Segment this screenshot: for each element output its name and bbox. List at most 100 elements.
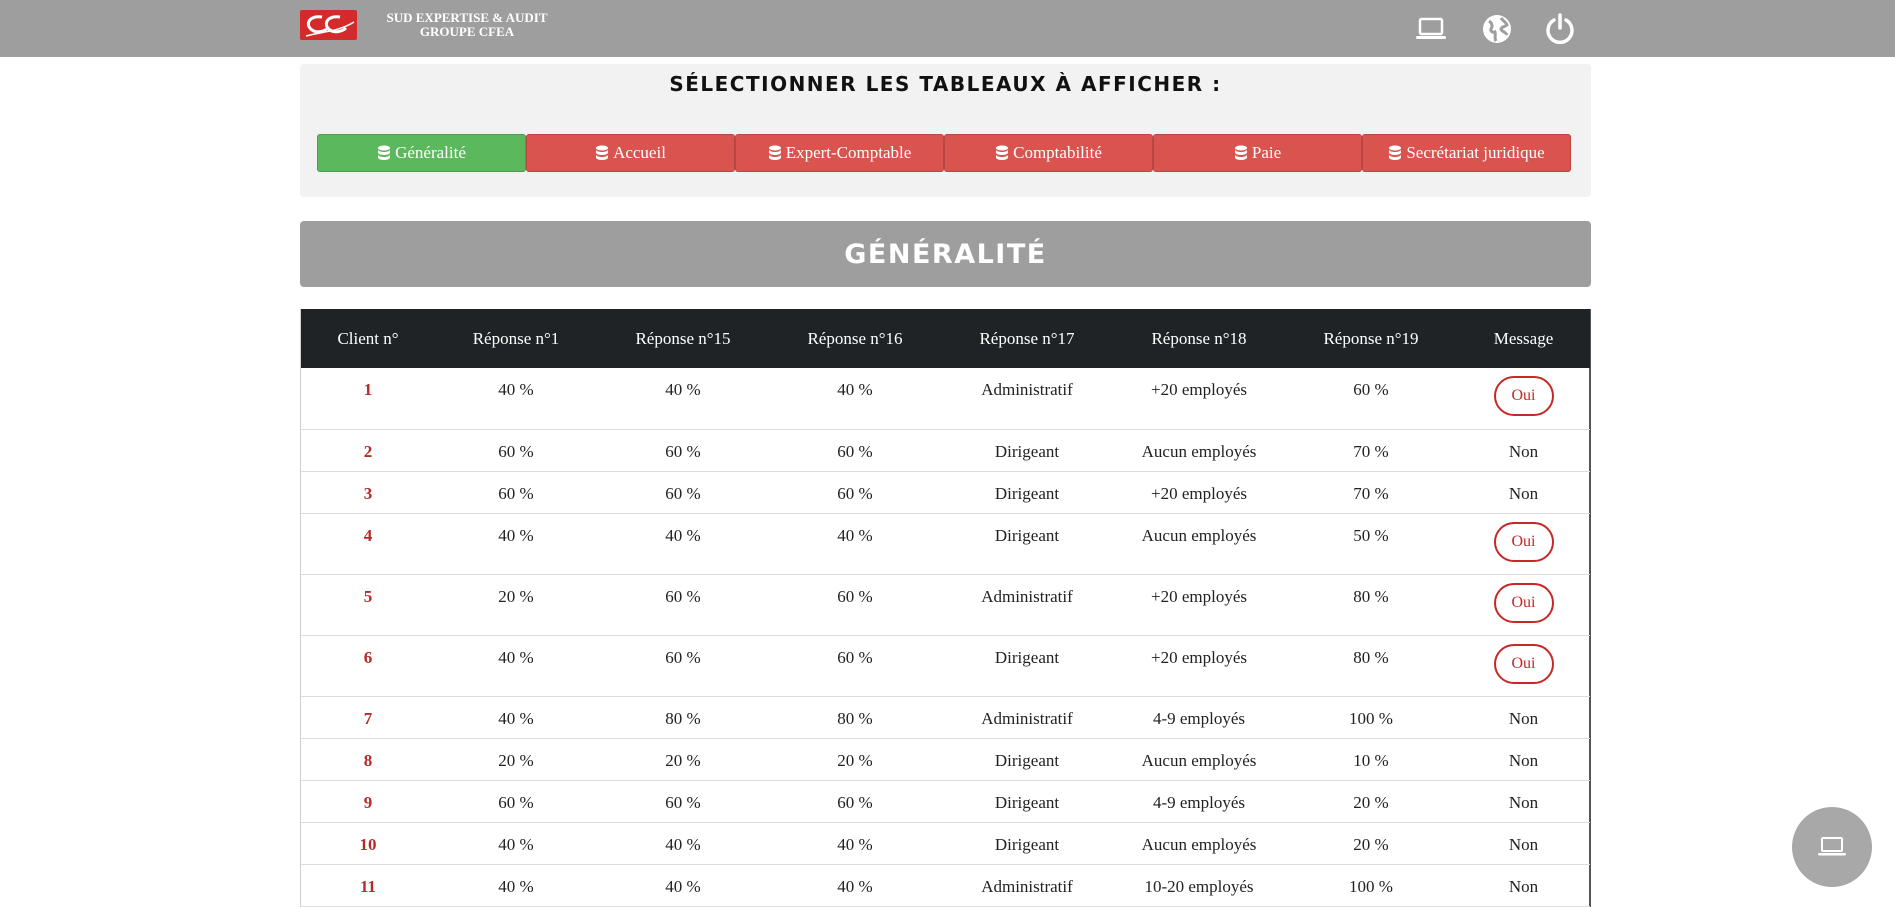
power-icon[interactable] [1543, 12, 1577, 46]
table-cell: Aucun employés [1113, 429, 1285, 472]
table-row: 5 20 % 60 % 60 % Administratif +20 employés 80… [301, 574, 1590, 636]
client-number-cell: 1 [301, 368, 435, 430]
table-cell: Administratif [941, 864, 1113, 907]
table-row: 3 60 % 60 % 60 % Dirigeant +20 employés 70 % No… [301, 471, 1590, 514]
client-number-cell: 9 [301, 780, 435, 823]
table-button-group: Généralité Accueil Expert-Comptable Comp… [317, 134, 1571, 172]
column-header[interactable]: Réponse n°17 [941, 309, 1113, 368]
client-number-cell: 5 [301, 574, 435, 636]
table-cell: 70 % [1285, 429, 1457, 472]
table-cell: Dirigeant [941, 429, 1113, 472]
tab-paie-button[interactable]: Paie [1153, 134, 1362, 172]
tab-generalite-button[interactable]: Généralité [317, 134, 526, 172]
client-number-cell: 4 [301, 513, 435, 575]
table-cell: 20 % [1285, 822, 1457, 865]
globe-icon[interactable] [1480, 12, 1514, 46]
tab-comptabilite-button[interactable]: Comptabilité [944, 134, 1153, 172]
column-header[interactable]: Réponse n°19 [1285, 309, 1457, 368]
table-cell: Aucun employés [1113, 738, 1285, 781]
table-row: 1 40 % 40 % 40 % Administratif +20 employés 60… [301, 368, 1590, 430]
company-logo[interactable] [300, 10, 357, 40]
table-cell: 60 % [597, 574, 769, 636]
tab-secretariat-juridique-button[interactable]: Secrétariat juridique [1362, 134, 1571, 172]
message-cell: Oui [1457, 513, 1590, 575]
column-header[interactable]: Réponse n°15 [597, 309, 769, 368]
table-cell: 40 % [435, 513, 597, 575]
laptop-icon [1818, 837, 1846, 856]
brand-line-2: GROUPE CFEA [419, 24, 515, 39]
table-header-row: Client n° Réponse n°1 Réponse n°15 Répon… [301, 309, 1590, 368]
table-row: 2 60 % 60 % 60 % Dirigeant Aucun employés 70 %… [301, 429, 1590, 472]
table-row: 6 40 % 60 % 60 % Dirigeant +20 employés 80 % Ou… [301, 635, 1590, 697]
table-cell: 60 % [769, 780, 941, 823]
message-cell: Non [1457, 864, 1590, 907]
column-header[interactable]: Réponse n°1 [435, 309, 597, 368]
table-cell: +20 employés [1113, 574, 1285, 636]
tab-accueil-button[interactable]: Accueil [526, 134, 735, 172]
database-icon [768, 145, 781, 160]
table-cell: 60 % [769, 429, 941, 472]
table-cell: 80 % [597, 696, 769, 739]
table-cell: 60 % [597, 429, 769, 472]
table-cell: +20 employés [1113, 635, 1285, 697]
table-cell: 40 % [435, 864, 597, 907]
database-icon [378, 145, 391, 160]
table-cell: +20 employés [1113, 471, 1285, 514]
column-header[interactable]: Réponse n°16 [769, 309, 941, 368]
table-cell: 10 % [1285, 738, 1457, 781]
table-cell: +20 employés [1113, 368, 1285, 430]
message-oui-button[interactable]: Oui [1493, 582, 1554, 623]
message-oui-button[interactable]: Oui [1493, 643, 1554, 684]
table-cell: Dirigeant [941, 471, 1113, 514]
table-cell: 60 % [435, 780, 597, 823]
message-cell: Non [1457, 822, 1590, 865]
table-cell: 40 % [769, 822, 941, 865]
tab-expert-comptable-button[interactable]: Expert-Comptable [735, 134, 944, 172]
message-cell: Oui [1457, 574, 1590, 636]
button-label: Paie [1251, 143, 1282, 162]
floating-laptop-button[interactable] [1792, 807, 1872, 887]
column-header[interactable]: Message [1457, 309, 1590, 368]
button-label: Secrétariat juridique [1406, 143, 1545, 162]
laptop-icon[interactable] [1414, 12, 1448, 46]
table-cell: 40 % [597, 513, 769, 575]
button-label: Expert-Comptable [785, 143, 912, 162]
selection-title: SÉLECTIONNER LES TABLEAUX À AFFICHER : [669, 72, 1222, 96]
table-cell: Administratif [941, 368, 1113, 430]
table-cell: 40 % [435, 822, 597, 865]
client-number-cell: 10 [301, 822, 435, 865]
section-title: GÉNÉRALITÉ [300, 221, 1591, 287]
table-cell: 60 % [1285, 368, 1457, 430]
table-cell: 10-20 employés [1113, 864, 1285, 907]
table-cell: 60 % [435, 429, 597, 472]
table-cell: 80 % [1285, 574, 1457, 636]
table-cell: 50 % [1285, 513, 1457, 575]
table-cell: Dirigeant [941, 822, 1113, 865]
message-cell: Non [1457, 696, 1590, 739]
message-cell: Oui [1457, 368, 1590, 430]
table-cell: Dirigeant [941, 780, 1113, 823]
data-table-container: Client n° Réponse n°1 Réponse n°15 Répon… [300, 309, 1591, 907]
table-cell: Administratif [941, 696, 1113, 739]
button-label: Généralité [395, 143, 466, 162]
message-cell: Oui [1457, 635, 1590, 697]
message-oui-button[interactable]: Oui [1493, 376, 1554, 416]
table-cell: 20 % [435, 738, 597, 781]
column-header[interactable]: Client n° [301, 309, 435, 368]
table-cell: Dirigeant [941, 513, 1113, 575]
table-cell: Aucun employés [1113, 513, 1285, 575]
table-cell: Aucun employés [1113, 822, 1285, 865]
database-icon [1234, 145, 1247, 160]
message-cell: Non [1457, 471, 1590, 514]
column-header[interactable]: Réponse n°18 [1113, 309, 1285, 368]
message-oui-button[interactable]: Oui [1493, 521, 1554, 562]
top-navbar: SUD EXPERTISE & AUDIT GROUPE CFEA [0, 0, 1895, 57]
table-row: 4 40 % 40 % 40 % Dirigeant Aucun employés 50 %… [301, 513, 1590, 575]
table-cell: Administratif [941, 574, 1113, 636]
table-cell: 80 % [1285, 635, 1457, 697]
database-icon [996, 145, 1009, 160]
button-label: Comptabilité [1013, 143, 1102, 162]
table-row: 7 40 % 80 % 80 % Administratif 4-9 employés 10… [301, 696, 1590, 739]
table-row: 10 40 % 40 % 40 % Dirigeant Aucun employés 20 … [301, 822, 1590, 865]
table-row: 11 40 % 40 % 40 % Administratif 10-20 employé… [301, 864, 1590, 907]
